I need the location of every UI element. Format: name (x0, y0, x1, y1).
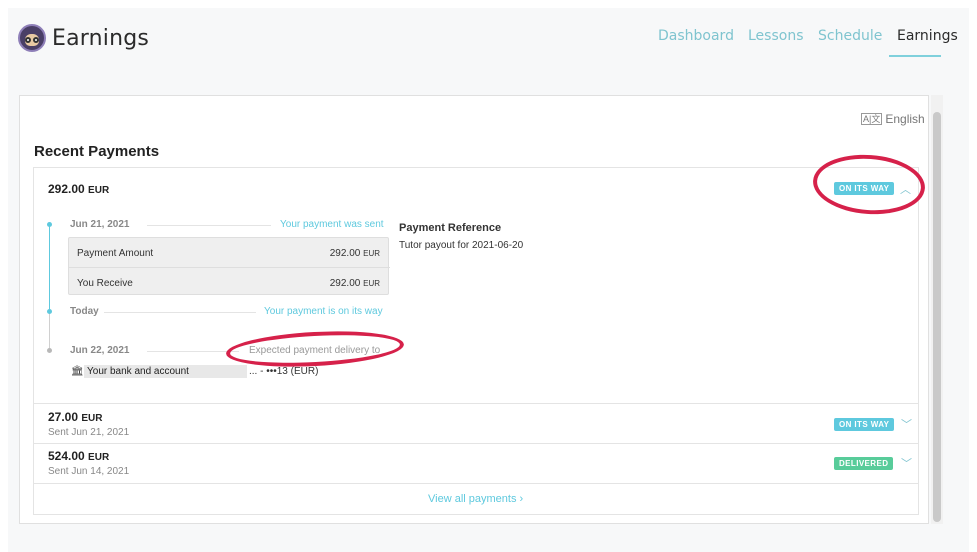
payment-sent-date: Sent Jun 21, 2021 (48, 427, 130, 438)
page-title: Earnings (52, 26, 150, 51)
timeline-rule (104, 312, 256, 313)
row-divider (33, 483, 919, 484)
logo-avatar-icon (18, 24, 46, 52)
payment-reference: Tutor payout for 2021-06-20 (399, 240, 524, 251)
chevron-right-icon: › (519, 493, 524, 505)
active-tab-indicator (889, 55, 941, 57)
timeline-dot (47, 222, 52, 227)
translate-icon: A|文 (861, 113, 883, 125)
timeline-date: Jun 21, 2021 (70, 219, 130, 230)
timeline-rule (147, 351, 239, 352)
timeline-line-pending (49, 312, 50, 348)
view-all-payments-link[interactable]: View all payments › (428, 493, 523, 505)
timeline-date: Today (70, 306, 99, 317)
timeline-rule (147, 225, 271, 226)
timeline-date: Jun 22, 2021 (70, 345, 130, 356)
timeline-message: Your payment was sent (280, 219, 384, 230)
payment-reference-title: Payment Reference (399, 222, 502, 234)
scrollbar-thumb[interactable] (933, 112, 941, 522)
nav-dashboard[interactable]: Dashboard (658, 28, 734, 44)
payments-list (33, 167, 919, 515)
chevron-up-icon[interactable]: ︿ (900, 181, 911, 197)
detail-row: Payment Amount 292.00 EUR (77, 248, 380, 259)
timeline-message: Your payment is on its way (264, 306, 383, 317)
row-divider (33, 403, 919, 404)
detail-row: You Receive 292.00 EUR (69, 267, 390, 295)
language-selector[interactable]: A|文 English (861, 112, 925, 126)
payment-amount[interactable]: 27.00 EUR (48, 410, 103, 424)
chevron-down-icon[interactable]: ﹀ (901, 455, 912, 471)
status-badge: ON ITS WAY (834, 182, 895, 195)
language-label: English (885, 112, 925, 126)
nav-earnings[interactable]: Earnings (897, 28, 958, 44)
status-badge: DELIVERED (834, 457, 894, 470)
bank-account-label: Your bank and account (84, 365, 247, 378)
payment-sent-date: Sent Jun 14, 2021 (48, 466, 130, 477)
chevron-down-icon[interactable]: ﹀ (901, 416, 912, 432)
payment-amount[interactable]: 524.00 EUR (48, 449, 109, 463)
nav-schedule[interactable]: Schedule (818, 28, 882, 44)
timeline-message: Expected payment delivery to (249, 345, 381, 356)
row-divider (33, 443, 919, 444)
payment-details-table: Payment Amount 292.00 EUR You Receive 29… (68, 237, 390, 295)
payment-amount: 292.00 EUR (48, 182, 110, 196)
section-title: Recent Payments (34, 143, 160, 160)
bank-icon: 🏛 (71, 366, 84, 377)
timeline-dot (47, 309, 52, 314)
timeline-dot (47, 348, 52, 353)
bank-account-suffix: ... - •••13 (EUR) (249, 366, 319, 377)
status-badge: ON ITS WAY (834, 418, 895, 431)
timeline-line (49, 225, 50, 310)
nav-lessons[interactable]: Lessons (748, 28, 804, 44)
